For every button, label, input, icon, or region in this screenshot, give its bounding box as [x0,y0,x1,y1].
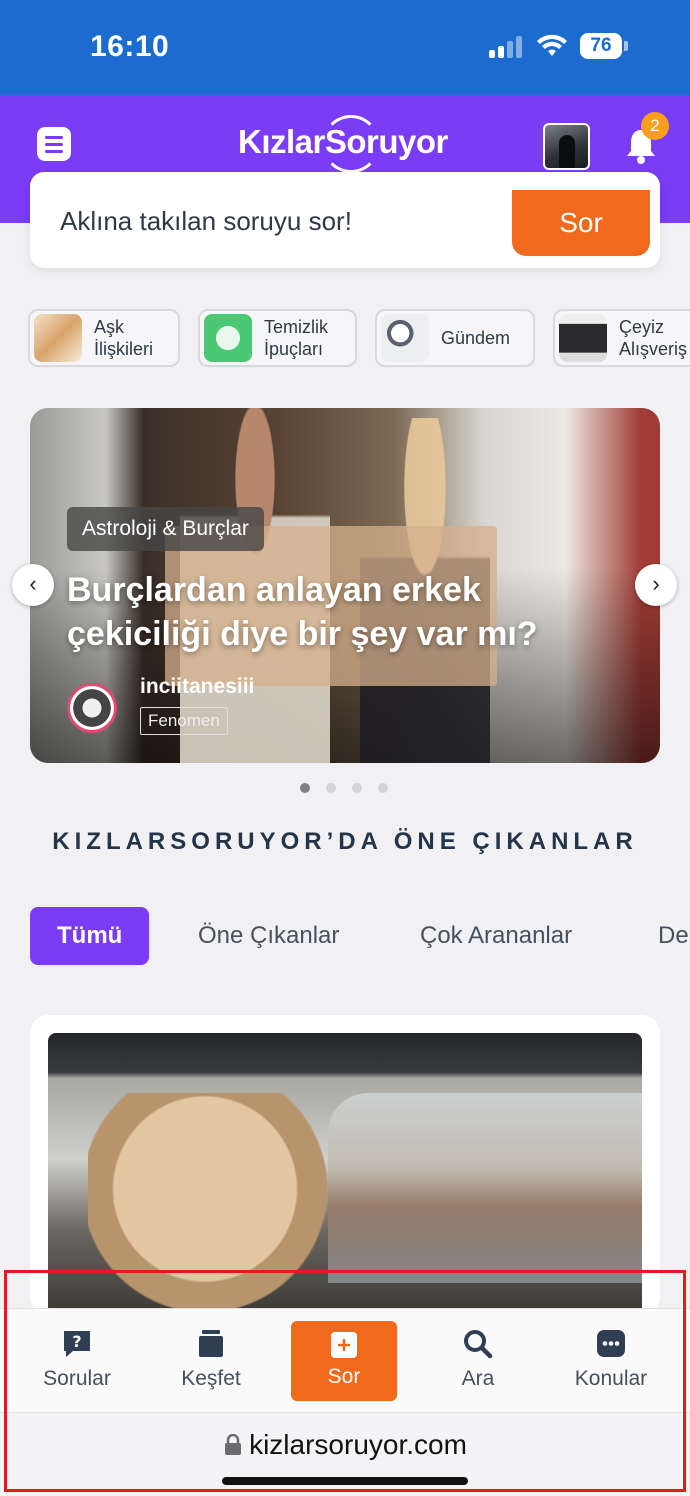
category-chips: Aşk İlişkileri Temizlik İpuçları Gündem … [28,309,690,369]
category-label: Çeyiz Alışveriş [619,317,688,359]
carousel-next-button[interactable]: › [635,564,677,606]
oven-image-icon [559,314,607,362]
category-label: Temizlik İpuçları [264,317,329,359]
magnifier-image-icon [381,314,429,362]
woman-driver-scene [88,1093,348,1315]
lock-icon [225,1433,242,1455]
section-title: KIZLARSORUYOR’DA ÖNE ÇIKANLAR [52,828,638,855]
nav-label: Sor [327,1365,361,1388]
ask-button[interactable]: Sor [512,190,650,256]
category-chip-ask[interactable]: Aşk İlişkileri [28,309,180,367]
car-window-scene [328,1093,642,1283]
battery-tip [624,41,628,51]
cards-stack-icon [199,1330,223,1357]
question-image[interactable] [48,1033,642,1315]
carousel-dots [300,783,388,793]
nav-label: Ara [461,1367,495,1390]
battery-icon: 76 [580,33,622,59]
nav-sor[interactable]: Sor [291,1321,397,1401]
hero-category-tag[interactable]: Astroloji & Burçlar [67,507,264,551]
browser-url-bar[interactable]: kizlarsoruyor.com [0,1412,690,1496]
tab-one-cikanlar[interactable]: Öne Çıkanlar [198,907,339,965]
tab-more[interactable]: De [658,907,689,965]
cleaning-image-icon [204,314,252,362]
nav-label: Konular [574,1367,648,1390]
tab-cok-arananlar[interactable]: Çok Arananlar [420,907,572,965]
ask-prompt[interactable]: Aklına takılan soruyu sor! [60,206,352,237]
nav-kesfet[interactable]: Keşfet [142,1309,280,1413]
nav-sorular[interactable]: ? Sorular [8,1309,146,1413]
hero-title[interactable]: Burçlardan anlayan erkek çekiciliği diye… [67,568,567,656]
notification-badge: 2 [641,112,669,140]
plus-square-icon [331,1332,357,1358]
chevron-left-icon: ‹ [29,571,37,596]
carousel-dot[interactable] [378,783,388,793]
cellular-signal-icon [489,36,522,58]
couple-image-icon [34,314,82,362]
category-chip-temizlik[interactable]: Temizlik İpuçları [198,309,357,367]
category-label: Aşk İlişkileri [94,317,154,359]
carousel-dot[interactable] [300,783,310,793]
bottom-navigation: ? Sorular Keşfet Sor Ara Konular [0,1308,690,1412]
url-display[interactable]: kizlarsoruyor.com [0,1429,690,1461]
category-chip-gundem[interactable]: Gündem [375,309,535,367]
nav-konular[interactable]: Konular [542,1309,680,1413]
featured-carousel-slide[interactable]: Astroloji & Burçlar Burçlardan anlayan e… [30,408,660,763]
url-text: kizlarsoruyor.com [249,1429,467,1460]
menu-button[interactable] [37,127,71,161]
chat-dots-icon [597,1330,625,1357]
search-icon [464,1330,493,1359]
author-badge: Fenomen [140,707,228,735]
nav-ara[interactable]: Ara [409,1309,547,1413]
question-bubble-icon: ? [64,1331,90,1357]
question-card[interactable] [30,1015,660,1315]
user-avatar[interactable] [543,123,590,170]
home-indicator[interactable] [222,1477,468,1485]
wifi-icon [537,34,567,56]
tab-tumu[interactable]: Tümü [30,907,150,965]
app-logo[interactable]: KızlarSoruyor [238,123,448,161]
carousel-prev-button[interactable]: ‹ [12,564,54,606]
svg-text:?: ? [72,1332,81,1351]
carousel-dot[interactable] [326,783,336,793]
ask-question-card: Aklına takılan soruyu sor! Sor [30,172,660,268]
category-label: Gündem [441,328,511,348]
carousel-dot[interactable] [352,783,362,793]
nav-label: Sorular [43,1367,111,1390]
author-avatar[interactable] [67,683,117,733]
nav-label: Keşfet [181,1367,241,1390]
status-bar: 16:10 76 [0,0,690,95]
author-username[interactable]: inciitanesiii [140,675,254,699]
feed-tabs: Tümü Öne Çıkanlar Çok Arananlar De [30,907,690,967]
category-chip-ceyiz[interactable]: Çeyiz Alışveriş [553,309,690,367]
status-time: 16:10 [90,30,170,63]
chevron-right-icon: › [652,571,660,596]
